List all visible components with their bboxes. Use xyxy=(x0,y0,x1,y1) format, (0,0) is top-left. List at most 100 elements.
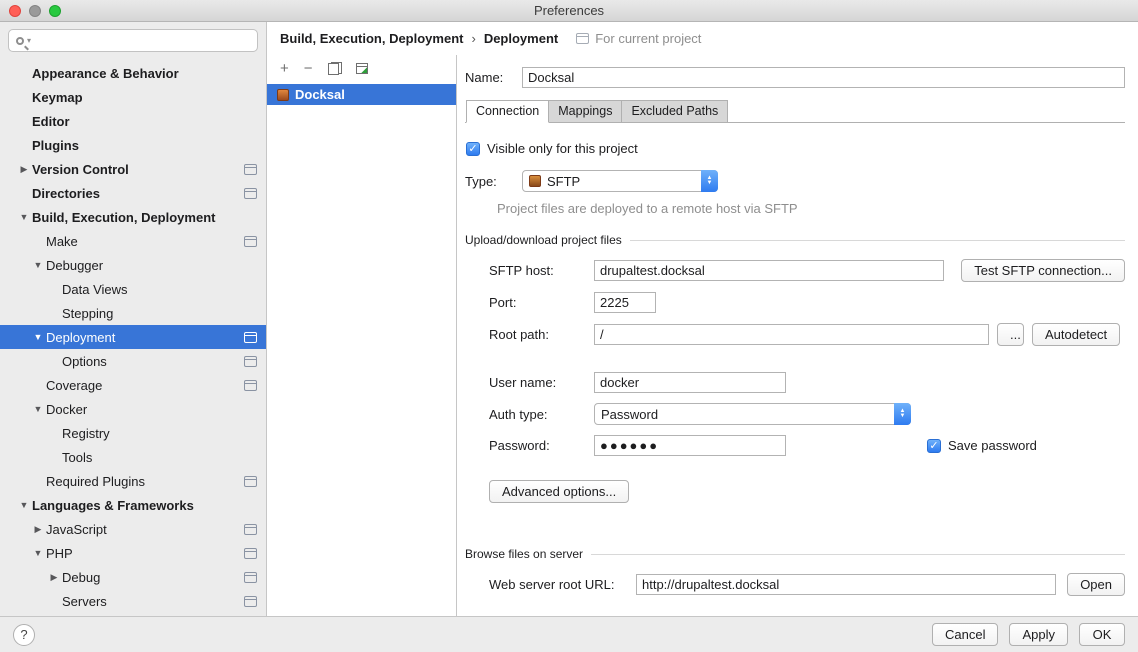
project-settings-icon xyxy=(244,548,257,559)
sidebar-item-deployment[interactable]: ▼ Deployment xyxy=(0,325,266,349)
tab-excluded-paths[interactable]: Excluded Paths xyxy=(622,100,728,123)
section-title: Upload/download project files xyxy=(465,233,622,247)
sidebar-item-appearance-behavior[interactable]: Appearance & Behavior xyxy=(0,61,266,85)
sidebar-item-label: Build, Execution, Deployment xyxy=(32,210,215,225)
current-project-icon xyxy=(576,33,589,44)
chevron-down-icon[interactable]: ▼ xyxy=(30,548,46,558)
sidebar-item-label: Registry xyxy=(62,426,110,441)
type-dropdown[interactable]: SFTP ▲▼ xyxy=(522,170,718,192)
sidebar-item-label: Coverage xyxy=(46,378,102,393)
chevron-down-icon[interactable]: ▾ xyxy=(27,36,31,45)
sidebar-item-version-control[interactable]: ▶ Version Control xyxy=(0,157,266,181)
browse-root-path-button[interactable]: ... xyxy=(997,323,1024,346)
save-password-label: Save password xyxy=(948,438,1037,453)
help-button[interactable]: ? xyxy=(13,624,35,646)
ok-button[interactable]: OK xyxy=(1079,623,1125,646)
sidebar-item-keymap[interactable]: Keymap xyxy=(0,85,266,109)
project-settings-icon xyxy=(244,476,257,487)
sidebar-item-make[interactable]: Make xyxy=(0,229,266,253)
user-name-field[interactable] xyxy=(594,372,786,393)
sidebar-item-label: Languages & Frameworks xyxy=(32,498,194,513)
auth-type-row: Auth type: Password ▲▼ xyxy=(465,403,1125,425)
tab-connection[interactable]: Connection xyxy=(466,100,549,123)
chevron-down-icon[interactable]: ▼ xyxy=(30,260,46,270)
chevron-down-icon[interactable]: ▼ xyxy=(16,212,32,222)
project-settings-icon xyxy=(244,188,257,199)
advanced-options-button[interactable]: Advanced options... xyxy=(489,480,629,503)
browse-section-header: Browse files on server xyxy=(465,547,1125,561)
sftp-host-field[interactable] xyxy=(594,260,944,281)
copy-icon[interactable] xyxy=(328,62,341,75)
sidebar-item-build-execution-deployment[interactable]: ▼ Build, Execution, Deployment xyxy=(0,205,266,229)
open-button[interactable]: Open xyxy=(1067,573,1125,596)
traffic-lights xyxy=(9,5,61,17)
sidebar-item-options[interactable]: Options xyxy=(0,349,266,373)
sidebar-item-label: Plugins xyxy=(32,138,79,153)
sidebar-item-debug[interactable]: ▶ Debug xyxy=(0,565,266,589)
sidebar-item-php[interactable]: ▼ PHP xyxy=(0,541,266,565)
section-divider xyxy=(591,554,1125,555)
port-field[interactable] xyxy=(594,292,656,313)
sidebar-item-label: Debugger xyxy=(46,258,103,273)
save-password-checkbox[interactable] xyxy=(927,439,941,453)
dropdown-stepper-icon[interactable]: ▲▼ xyxy=(701,170,718,192)
sidebar-item-coverage[interactable]: Coverage xyxy=(0,373,266,397)
apply-button[interactable]: Apply xyxy=(1009,623,1068,646)
auth-type-value: Password xyxy=(601,407,658,422)
sidebar-item-directories[interactable]: Directories xyxy=(0,181,266,205)
zoom-button[interactable] xyxy=(49,5,61,17)
tab-mappings[interactable]: Mappings xyxy=(549,100,622,123)
list-item-docksal[interactable]: Docksal xyxy=(267,84,456,105)
chevron-right-icon[interactable]: ▶ xyxy=(30,524,46,535)
chevron-right-icon[interactable]: ▶ xyxy=(46,572,62,583)
dropdown-stepper-icon[interactable]: ▲▼ xyxy=(894,403,911,425)
name-field[interactable] xyxy=(522,67,1125,88)
autodetect-button[interactable]: Autodetect xyxy=(1032,323,1120,346)
root-path-row: Root path: ... Autodetect xyxy=(465,323,1125,346)
search-input[interactable] xyxy=(34,33,250,48)
chevron-down-icon[interactable]: ▼ xyxy=(30,404,46,414)
cancel-button[interactable]: Cancel xyxy=(932,623,998,646)
breadcrumb-parent[interactable]: Build, Execution, Deployment xyxy=(280,31,463,46)
preferences-window: Preferences ▾ Appearance & Behavior Keym… xyxy=(0,0,1138,652)
sidebar-item-label: Docker xyxy=(46,402,87,417)
sidebar-item-label: Data Views xyxy=(62,282,128,297)
sidebar-item-languages-frameworks[interactable]: ▼ Languages & Frameworks xyxy=(0,493,266,517)
tab-bar: Connection Mappings Excluded Paths xyxy=(465,100,1125,123)
dialog-footer: ? Cancel Apply OK xyxy=(0,616,1138,652)
auth-type-dropdown[interactable]: Password ▲▼ xyxy=(594,403,911,425)
current-project-context: For current project xyxy=(576,31,701,46)
sidebar-item-required-plugins[interactable]: Required Plugins xyxy=(0,469,266,493)
add-icon[interactable]: + xyxy=(280,61,289,76)
chevron-down-icon[interactable]: ▼ xyxy=(30,332,46,342)
password-field[interactable] xyxy=(594,435,786,456)
sidebar-item-label: Editor xyxy=(32,114,70,129)
sidebar-item-tools[interactable]: Tools xyxy=(0,445,266,469)
deployment-settings-panel: Name: Connection Mappings Excluded Paths… xyxy=(457,55,1138,616)
sidebar-item-stepping[interactable]: Stepping xyxy=(0,301,266,325)
close-button[interactable] xyxy=(9,5,21,17)
use-as-default-icon[interactable] xyxy=(356,63,368,74)
sftp-server-icon xyxy=(277,89,289,101)
chevron-right-icon[interactable]: ▶ xyxy=(16,164,32,175)
password-row: Password: Save password xyxy=(465,435,1125,456)
sidebar-item-label: Required Plugins xyxy=(46,474,145,489)
sidebar-item-editor[interactable]: Editor xyxy=(0,109,266,133)
root-path-field[interactable] xyxy=(594,324,989,345)
sidebar-item-data-views[interactable]: Data Views xyxy=(0,277,266,301)
sidebar-item-label: Keymap xyxy=(32,90,83,105)
chevron-down-icon[interactable]: ▼ xyxy=(16,500,32,510)
remove-icon[interactable]: − xyxy=(304,61,313,76)
test-sftp-connection-button[interactable]: Test SFTP connection... xyxy=(961,259,1125,282)
sidebar-item-javascript[interactable]: ▶ JavaScript xyxy=(0,517,266,541)
search-box[interactable]: ▾ xyxy=(8,29,258,52)
sidebar-item-servers[interactable]: Servers xyxy=(0,589,266,613)
sidebar-item-debugger[interactable]: ▼ Debugger xyxy=(0,253,266,277)
web-root-field[interactable] xyxy=(636,574,1056,595)
sidebar-item-registry[interactable]: Registry xyxy=(0,421,266,445)
window-title: Preferences xyxy=(534,3,604,18)
sidebar-item-plugins[interactable]: Plugins xyxy=(0,133,266,157)
name-row: Name: xyxy=(465,67,1125,88)
visible-project-checkbox[interactable] xyxy=(466,142,480,156)
sidebar-item-docker[interactable]: ▼ Docker xyxy=(0,397,266,421)
